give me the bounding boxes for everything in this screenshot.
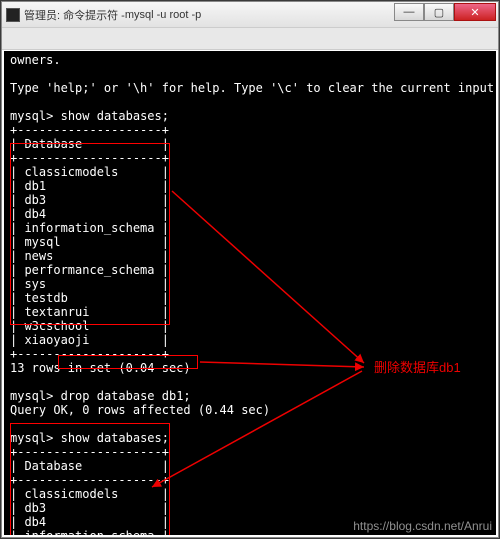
db-row: | classicmodels | xyxy=(10,165,169,179)
sep: +--------------------+ xyxy=(10,473,169,487)
sep: +--------------------+ xyxy=(10,151,169,165)
rows-summary: 13 rows in set (0.04 sec) xyxy=(10,361,191,375)
command-prompt-window: 管理员: 命令提示符 - mysql -u root -p — ▢ ✕ owne… xyxy=(1,1,499,538)
db-row: | db4 | xyxy=(10,207,169,221)
hdr: | Database | xyxy=(10,137,169,151)
command-show: show databases; xyxy=(61,109,169,123)
titlebar[interactable]: 管理员: 命令提示符 - mysql -u root -p — ▢ ✕ xyxy=(2,2,498,28)
watermark: https://blog.csdn.net/Anrui xyxy=(353,519,492,533)
title-prefix: 管理员: 命令提示符 - xyxy=(24,7,125,23)
line: owners. xyxy=(10,53,61,67)
sep: +--------------------+ xyxy=(10,445,169,459)
prompt: mysql> xyxy=(10,109,53,123)
db-row: | news | xyxy=(10,249,169,263)
sep: +--------------------+ xyxy=(10,347,169,361)
db-row: | xiaoyaoji | xyxy=(10,333,169,347)
line: Type 'help;' or '\h' for help. Type '\c'… xyxy=(10,81,496,95)
db-row: | testdb | xyxy=(10,291,169,305)
db-row: | mysql | xyxy=(10,235,169,249)
window-buttons: — ▢ ✕ xyxy=(394,3,496,21)
db-row: | sys | xyxy=(10,277,169,291)
db-row: | db3 | xyxy=(10,501,169,515)
minimize-button[interactable]: — xyxy=(394,3,424,21)
db-row: | classicmodels | xyxy=(10,487,169,501)
db-row: | db1 | xyxy=(10,179,169,193)
db-row: | db4 | xyxy=(10,515,169,529)
tabbar xyxy=(2,28,498,50)
cmd-icon xyxy=(6,8,20,22)
command-show: show databases; xyxy=(61,431,169,445)
prompt: mysql> xyxy=(10,431,53,445)
command-drop: drop database db1; xyxy=(61,389,191,403)
drop-result: Query OK, 0 rows affected (0.44 sec) xyxy=(10,403,270,417)
annotation-label: 删除数据库db1 xyxy=(374,361,461,375)
db-row: | w3cschool | xyxy=(10,319,169,333)
maximize-button[interactable]: ▢ xyxy=(424,3,454,21)
terminal-output[interactable]: owners. Type 'help;' or '\h' for help. T… xyxy=(4,51,496,535)
db-row: | information_schema | xyxy=(10,529,169,535)
title-command: mysql -u root -p xyxy=(125,9,201,21)
hdr: | Database | xyxy=(10,459,169,473)
db-row: | information_schema | xyxy=(10,221,169,235)
db-row: | performance_schema | xyxy=(10,263,169,277)
db-row: | textanrui | xyxy=(10,305,169,319)
db-row: | db3 | xyxy=(10,193,169,207)
prompt: mysql> xyxy=(10,389,53,403)
sep: +--------------------+ xyxy=(10,123,169,137)
close-button[interactable]: ✕ xyxy=(454,3,496,21)
